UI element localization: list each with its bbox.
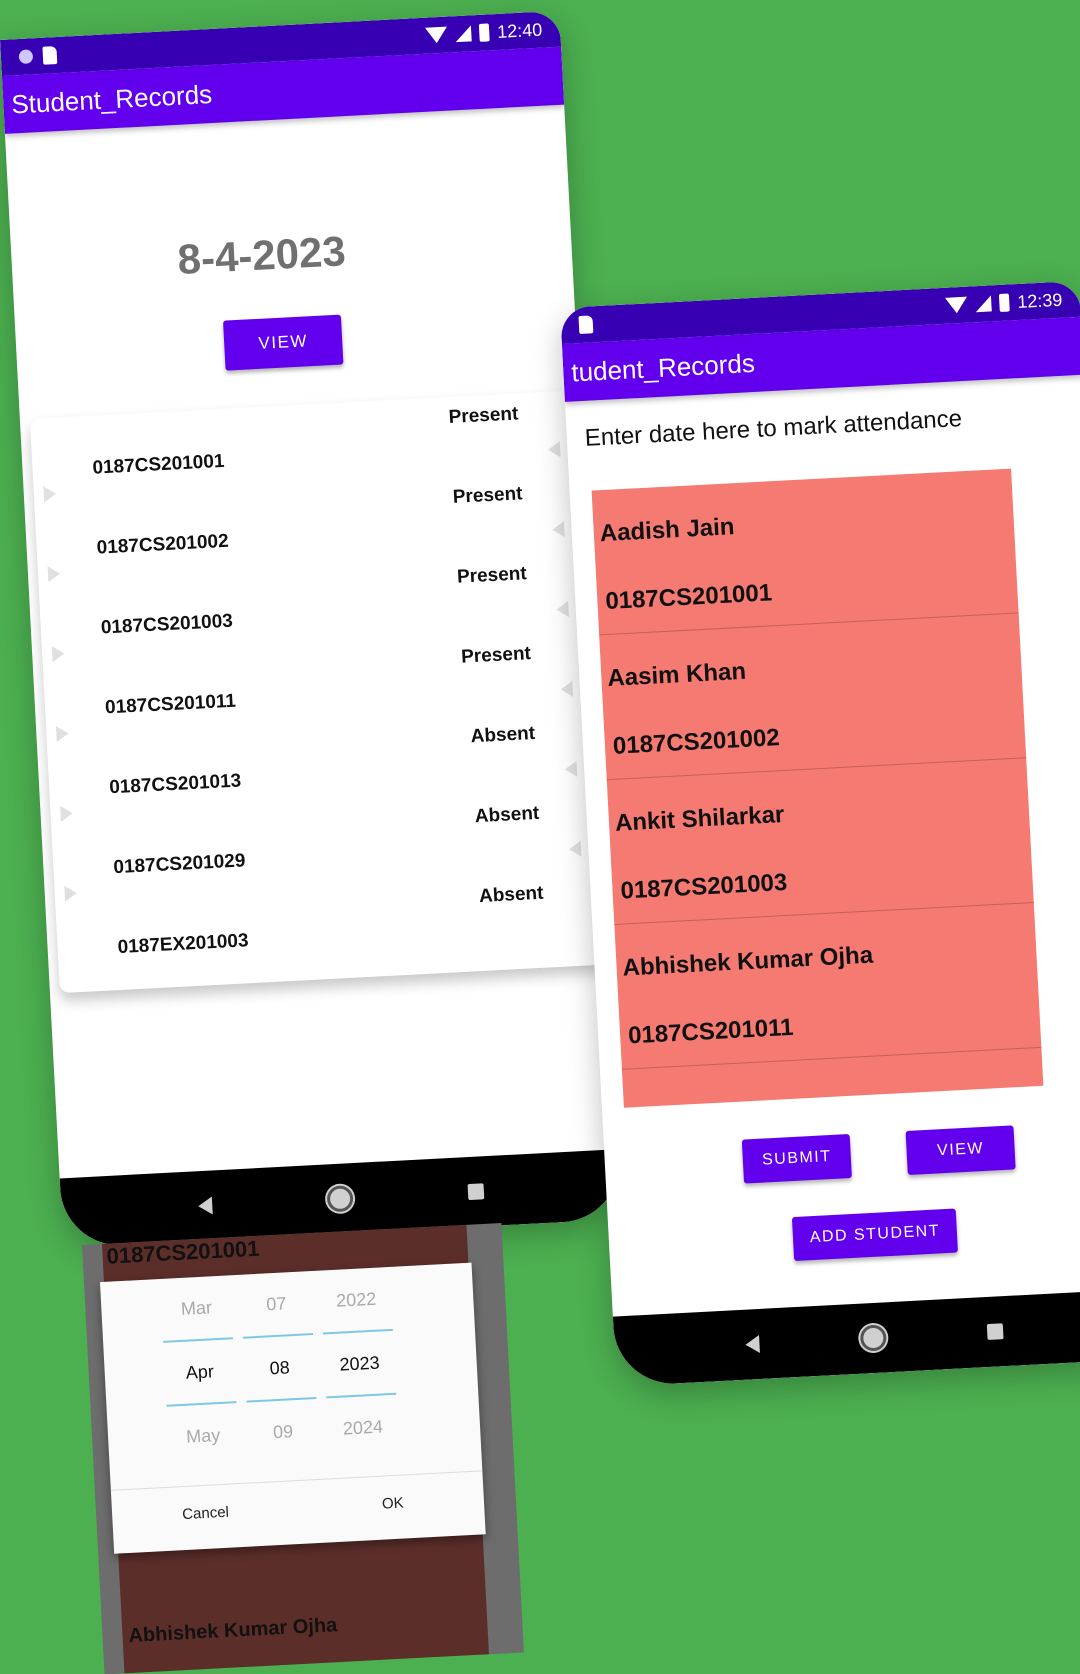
student-name: Abhishek Kumar Ojha (621, 941, 874, 982)
dialog-divider (110, 1470, 483, 1491)
battery-icon (998, 293, 1010, 312)
sd-card-icon (42, 46, 58, 65)
submit-button[interactable]: SUBMIT (741, 1133, 852, 1184)
day-selected[interactable]: 08 (243, 1333, 317, 1403)
student-name: Aasim Khan (606, 657, 747, 693)
date-picker-dialog: Mar Apr May 07 08 09 2022 2023 2024 Canc… (99, 1262, 486, 1554)
student-list: Aadish Jain 0187CS201001 Aasim Khan 0187… (591, 468, 1044, 1108)
list-item[interactable]: Aadish Jain 0187CS201001 (591, 468, 1019, 636)
month-option[interactable]: May (157, 1403, 250, 1470)
sd-card-icon (578, 315, 594, 335)
year-spinner[interactable]: 2022 2023 2024 (310, 1266, 410, 1460)
month-selected[interactable]: Apr (163, 1337, 237, 1407)
signal-icon (974, 295, 992, 313)
list-item[interactable]: Abhishek Kumar Ojha 0187CS201011 (614, 903, 1042, 1070)
wifi-icon (424, 26, 448, 44)
add-student-button[interactable]: ADD STUDENT (791, 1208, 958, 1262)
view-button[interactable]: VIEW (905, 1125, 1016, 1175)
day-option[interactable]: 09 (236, 1398, 329, 1465)
roll-number: 0187CS201002 (96, 530, 230, 559)
divider-mark (560, 680, 574, 698)
divider-mark (47, 565, 61, 583)
home-icon[interactable] (326, 1185, 354, 1213)
list-item[interactable]: Aasim Khan 0187CS201002 (599, 613, 1027, 781)
navigation-bar (612, 1289, 1080, 1387)
divider-mark (564, 760, 578, 778)
divider-mark (568, 840, 582, 858)
cancel-button[interactable]: Cancel (182, 1504, 230, 1523)
notification-icon (18, 49, 34, 65)
back-icon[interactable] (744, 1335, 760, 1354)
attendance-status: Present (460, 643, 532, 668)
status-time: 12:39 (1016, 289, 1063, 312)
divider-mark (60, 805, 73, 822)
roll-number: 0187CS201011 (627, 1013, 795, 1050)
divider-mark (55, 725, 69, 742)
back-icon[interactable] (198, 1196, 214, 1216)
divider-mark (43, 485, 57, 503)
recents-icon[interactable] (987, 1323, 1004, 1341)
student-name: Ankit Shilarkar (614, 800, 785, 837)
phone-view-attendance: 12:40 Student_Records 8-4-2023 VIEW 0187… (0, 10, 623, 1249)
roll-number: 0187CS201011 (104, 690, 237, 719)
roll-number: 0187CS201029 (112, 850, 246, 879)
attendance-status: Present (448, 403, 519, 429)
wifi-icon (944, 296, 968, 314)
home-icon[interactable] (859, 1324, 887, 1352)
attendance-status: Absent (470, 722, 536, 748)
attendance-status: Present (452, 483, 524, 508)
date-prompt[interactable]: Enter date here to mark attendance (584, 405, 963, 453)
view-button[interactable]: VIEW (222, 314, 344, 371)
recents-icon[interactable] (467, 1183, 484, 1201)
year-option[interactable]: 2024 (316, 1394, 409, 1461)
roll-number: 0187CS201002 (612, 724, 781, 760)
background-name: Abhishek Kumar Ojha (127, 1614, 338, 1648)
status-time: 12:40 (496, 19, 543, 42)
signal-icon (454, 25, 472, 43)
roll-number: 0187EX201003 (117, 930, 250, 959)
phone-date-picker: 0187CS201001 Abhishek Kumar Ojha Mar Apr… (82, 1223, 524, 1674)
roll-number: 0187CS201001 (604, 579, 773, 616)
roll-number: 0187CS201013 (108, 770, 242, 799)
app-title: Student_Records (10, 78, 213, 119)
selected-date: 8-4-2023 (176, 227, 347, 283)
list-item[interactable]: Ankit Shilarkar 0187CS201003 (606, 758, 1034, 926)
month-option[interactable]: Mar (150, 1275, 243, 1342)
app-title: tudent_Records (570, 347, 756, 387)
roll-number: 0187CS201003 (619, 868, 788, 905)
student-name: Aadish Jain (599, 513, 736, 548)
phone-mark-attendance: 12:39 tudent_Records Enter date here to … (560, 280, 1080, 1387)
divider-mark (556, 601, 569, 618)
divider-mark (51, 645, 65, 663)
divider-mark (64, 885, 78, 902)
attendance-status: Absent (478, 882, 544, 908)
year-selected[interactable]: 2023 (322, 1328, 397, 1399)
year-option[interactable]: 2022 (310, 1266, 403, 1333)
divider-mark (547, 441, 561, 458)
roll-number: 0187CS201001 (91, 450, 225, 479)
roll-number: 0187CS201003 (100, 610, 234, 639)
battery-icon (478, 23, 490, 42)
ok-button[interactable]: OK (382, 1495, 405, 1513)
day-option[interactable]: 07 (230, 1271, 323, 1338)
attendance-list: 0187CS201001 Present 0187CS201002 Presen… (29, 390, 608, 994)
attendance-status: Absent (474, 802, 540, 828)
divider-mark (551, 521, 565, 538)
attendance-status: Present (456, 563, 528, 588)
